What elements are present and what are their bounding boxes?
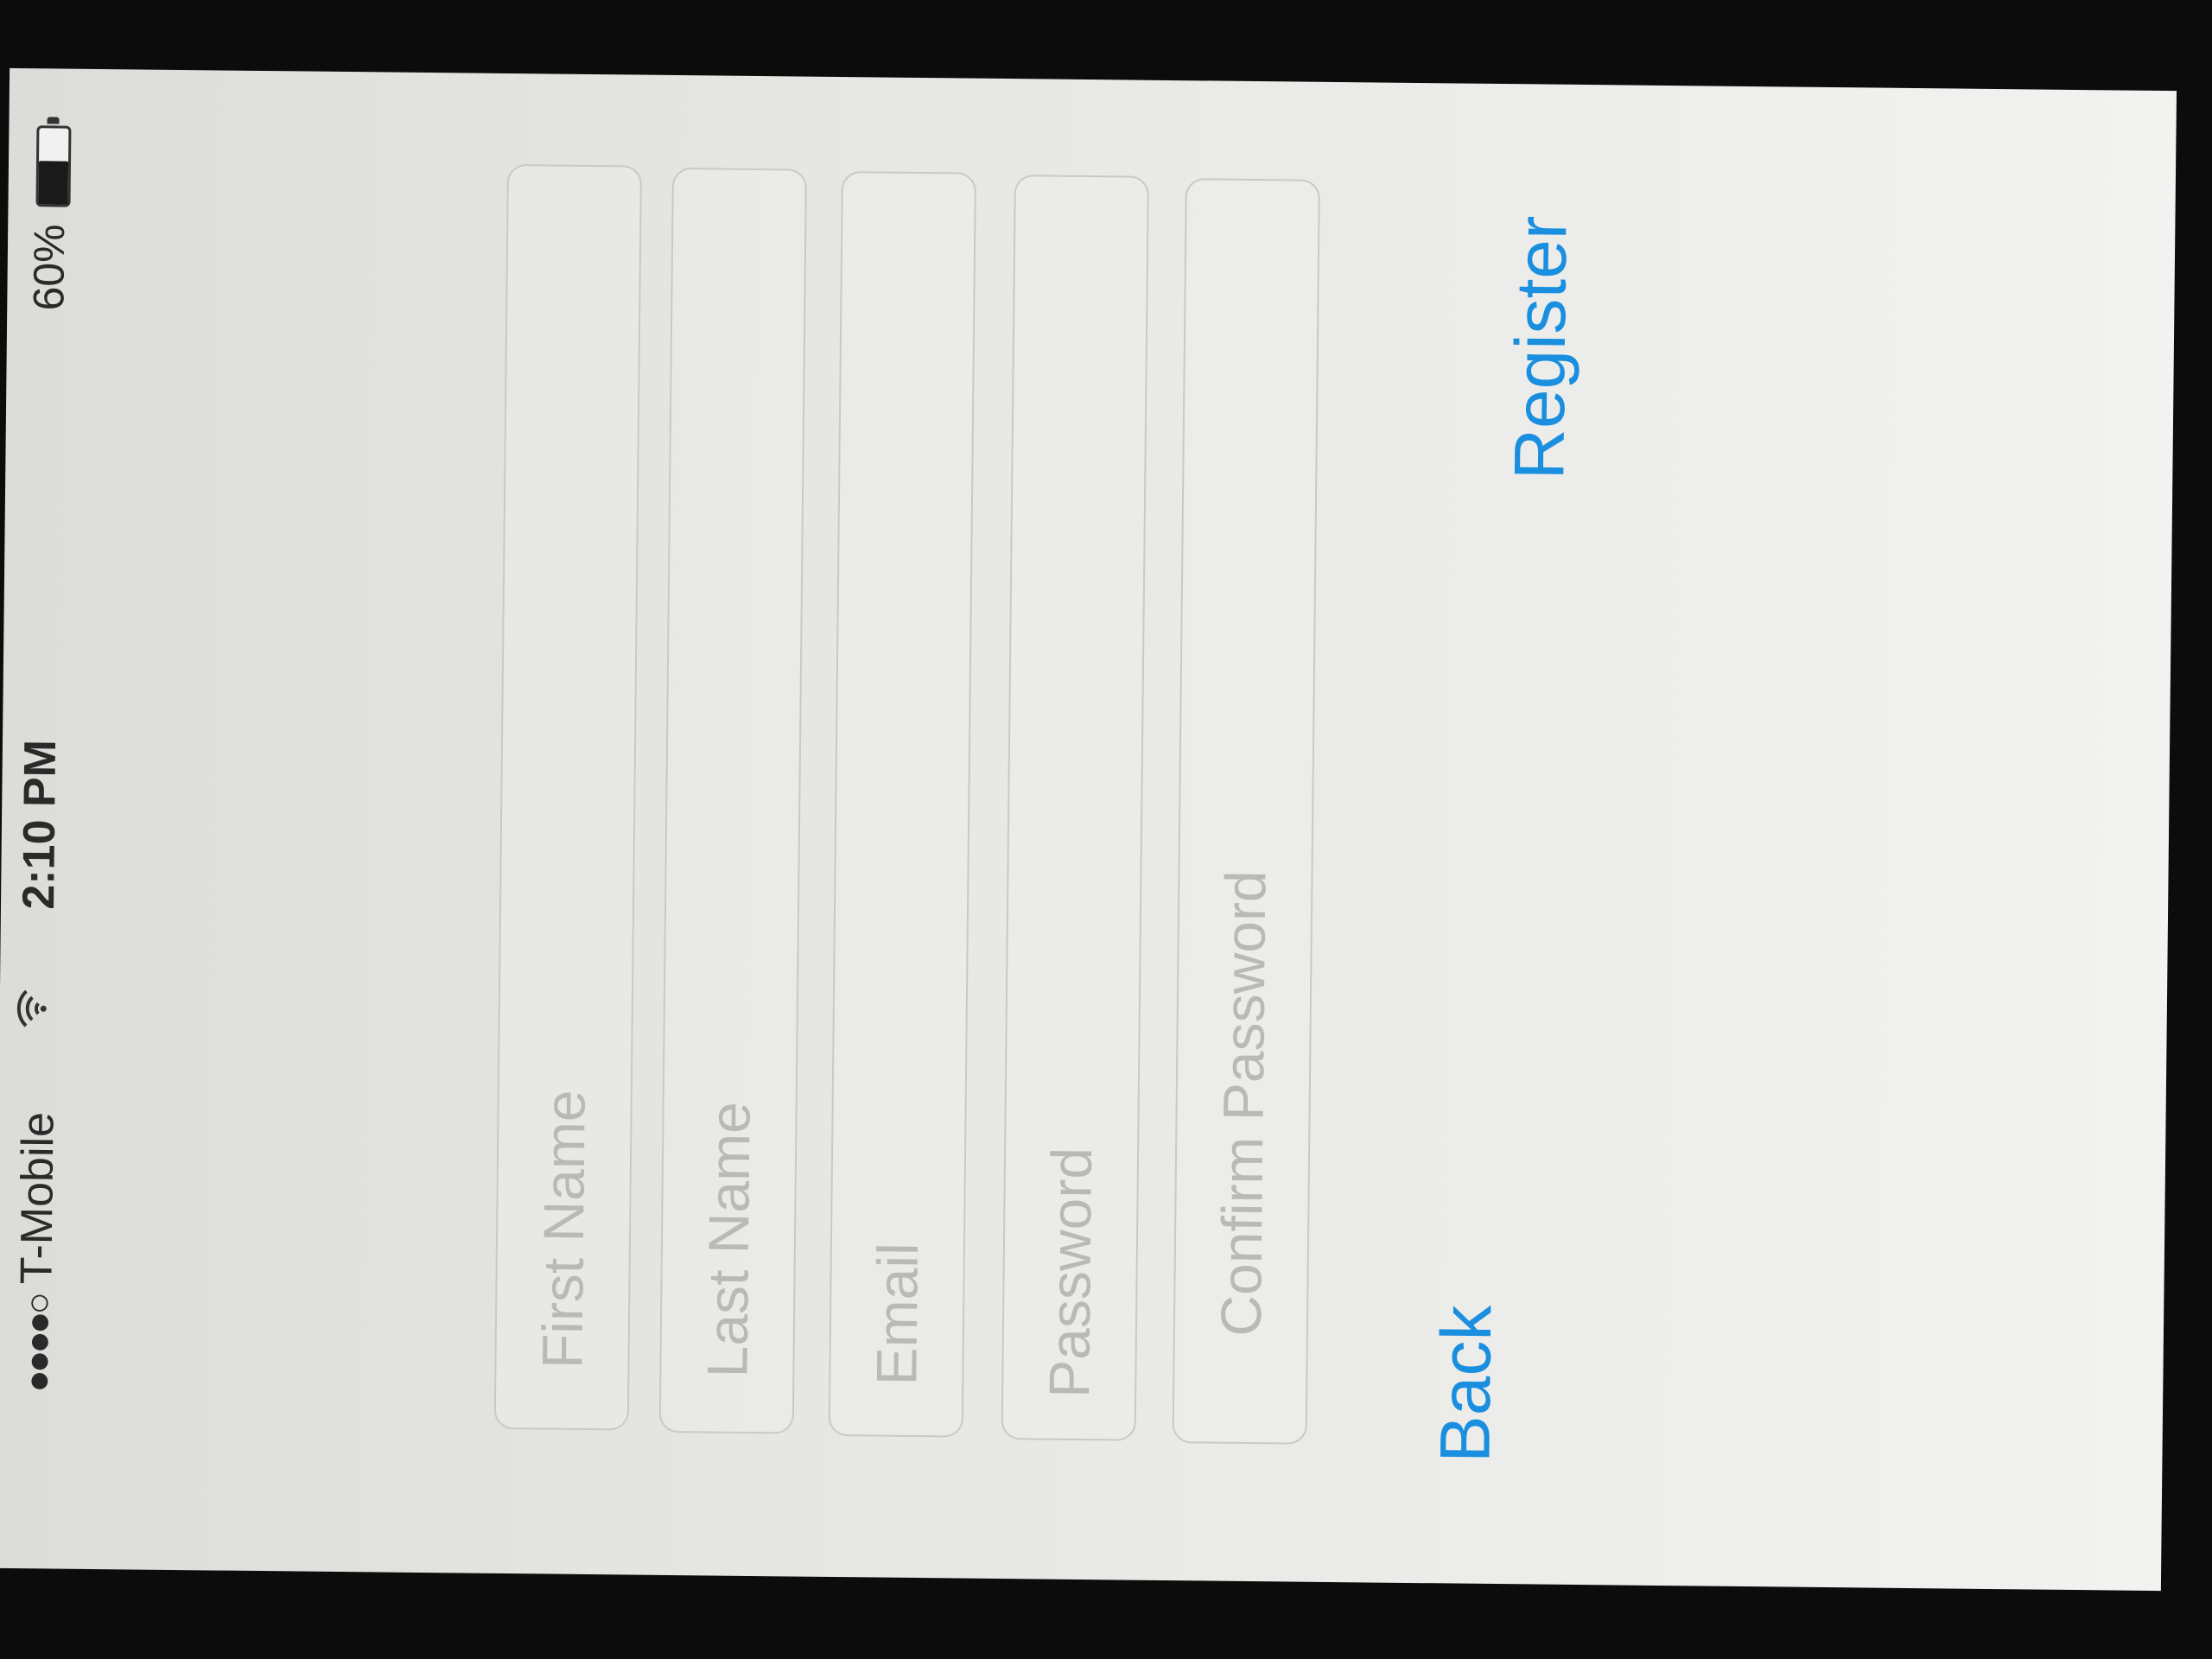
- confirm-password-placeholder: Confirm Password: [1208, 869, 1278, 1337]
- first-name-placeholder: First Name: [530, 1089, 597, 1370]
- password-placeholder: Password: [1037, 1147, 1104, 1399]
- carrier-group: ●●●●○ T-Mobile: [11, 1111, 64, 1393]
- register-button[interactable]: Register: [1500, 215, 1581, 480]
- signal-strength-icon: ●●●●○: [16, 1294, 60, 1393]
- carrier-name: T-Mobile: [11, 1111, 64, 1285]
- status-time: 2:10 PM: [13, 739, 67, 910]
- last-name-placeholder: Last Name: [695, 1101, 762, 1378]
- email-field[interactable]: Email: [828, 171, 976, 1438]
- battery-percent: 60%: [24, 224, 74, 311]
- confirm-password-field[interactable]: Confirm Password: [1172, 178, 1320, 1445]
- first-name-field[interactable]: First Name: [493, 163, 643, 1431]
- last-name-field[interactable]: Last Name: [658, 167, 807, 1434]
- password-field[interactable]: Password: [1001, 175, 1149, 1441]
- back-button[interactable]: Back: [1426, 1305, 1506, 1463]
- status-bar: ●●●●○ T-Mobile 2:10 PM 60%: [10, 68, 2177, 1393]
- phone-screen: ●●●●○ T-Mobile 2:10 PM 60% First Name La…: [0, 67, 2177, 1592]
- battery-icon: [35, 117, 72, 207]
- wifi-icon: [14, 988, 55, 1029]
- email-placeholder: Email: [864, 1242, 930, 1386]
